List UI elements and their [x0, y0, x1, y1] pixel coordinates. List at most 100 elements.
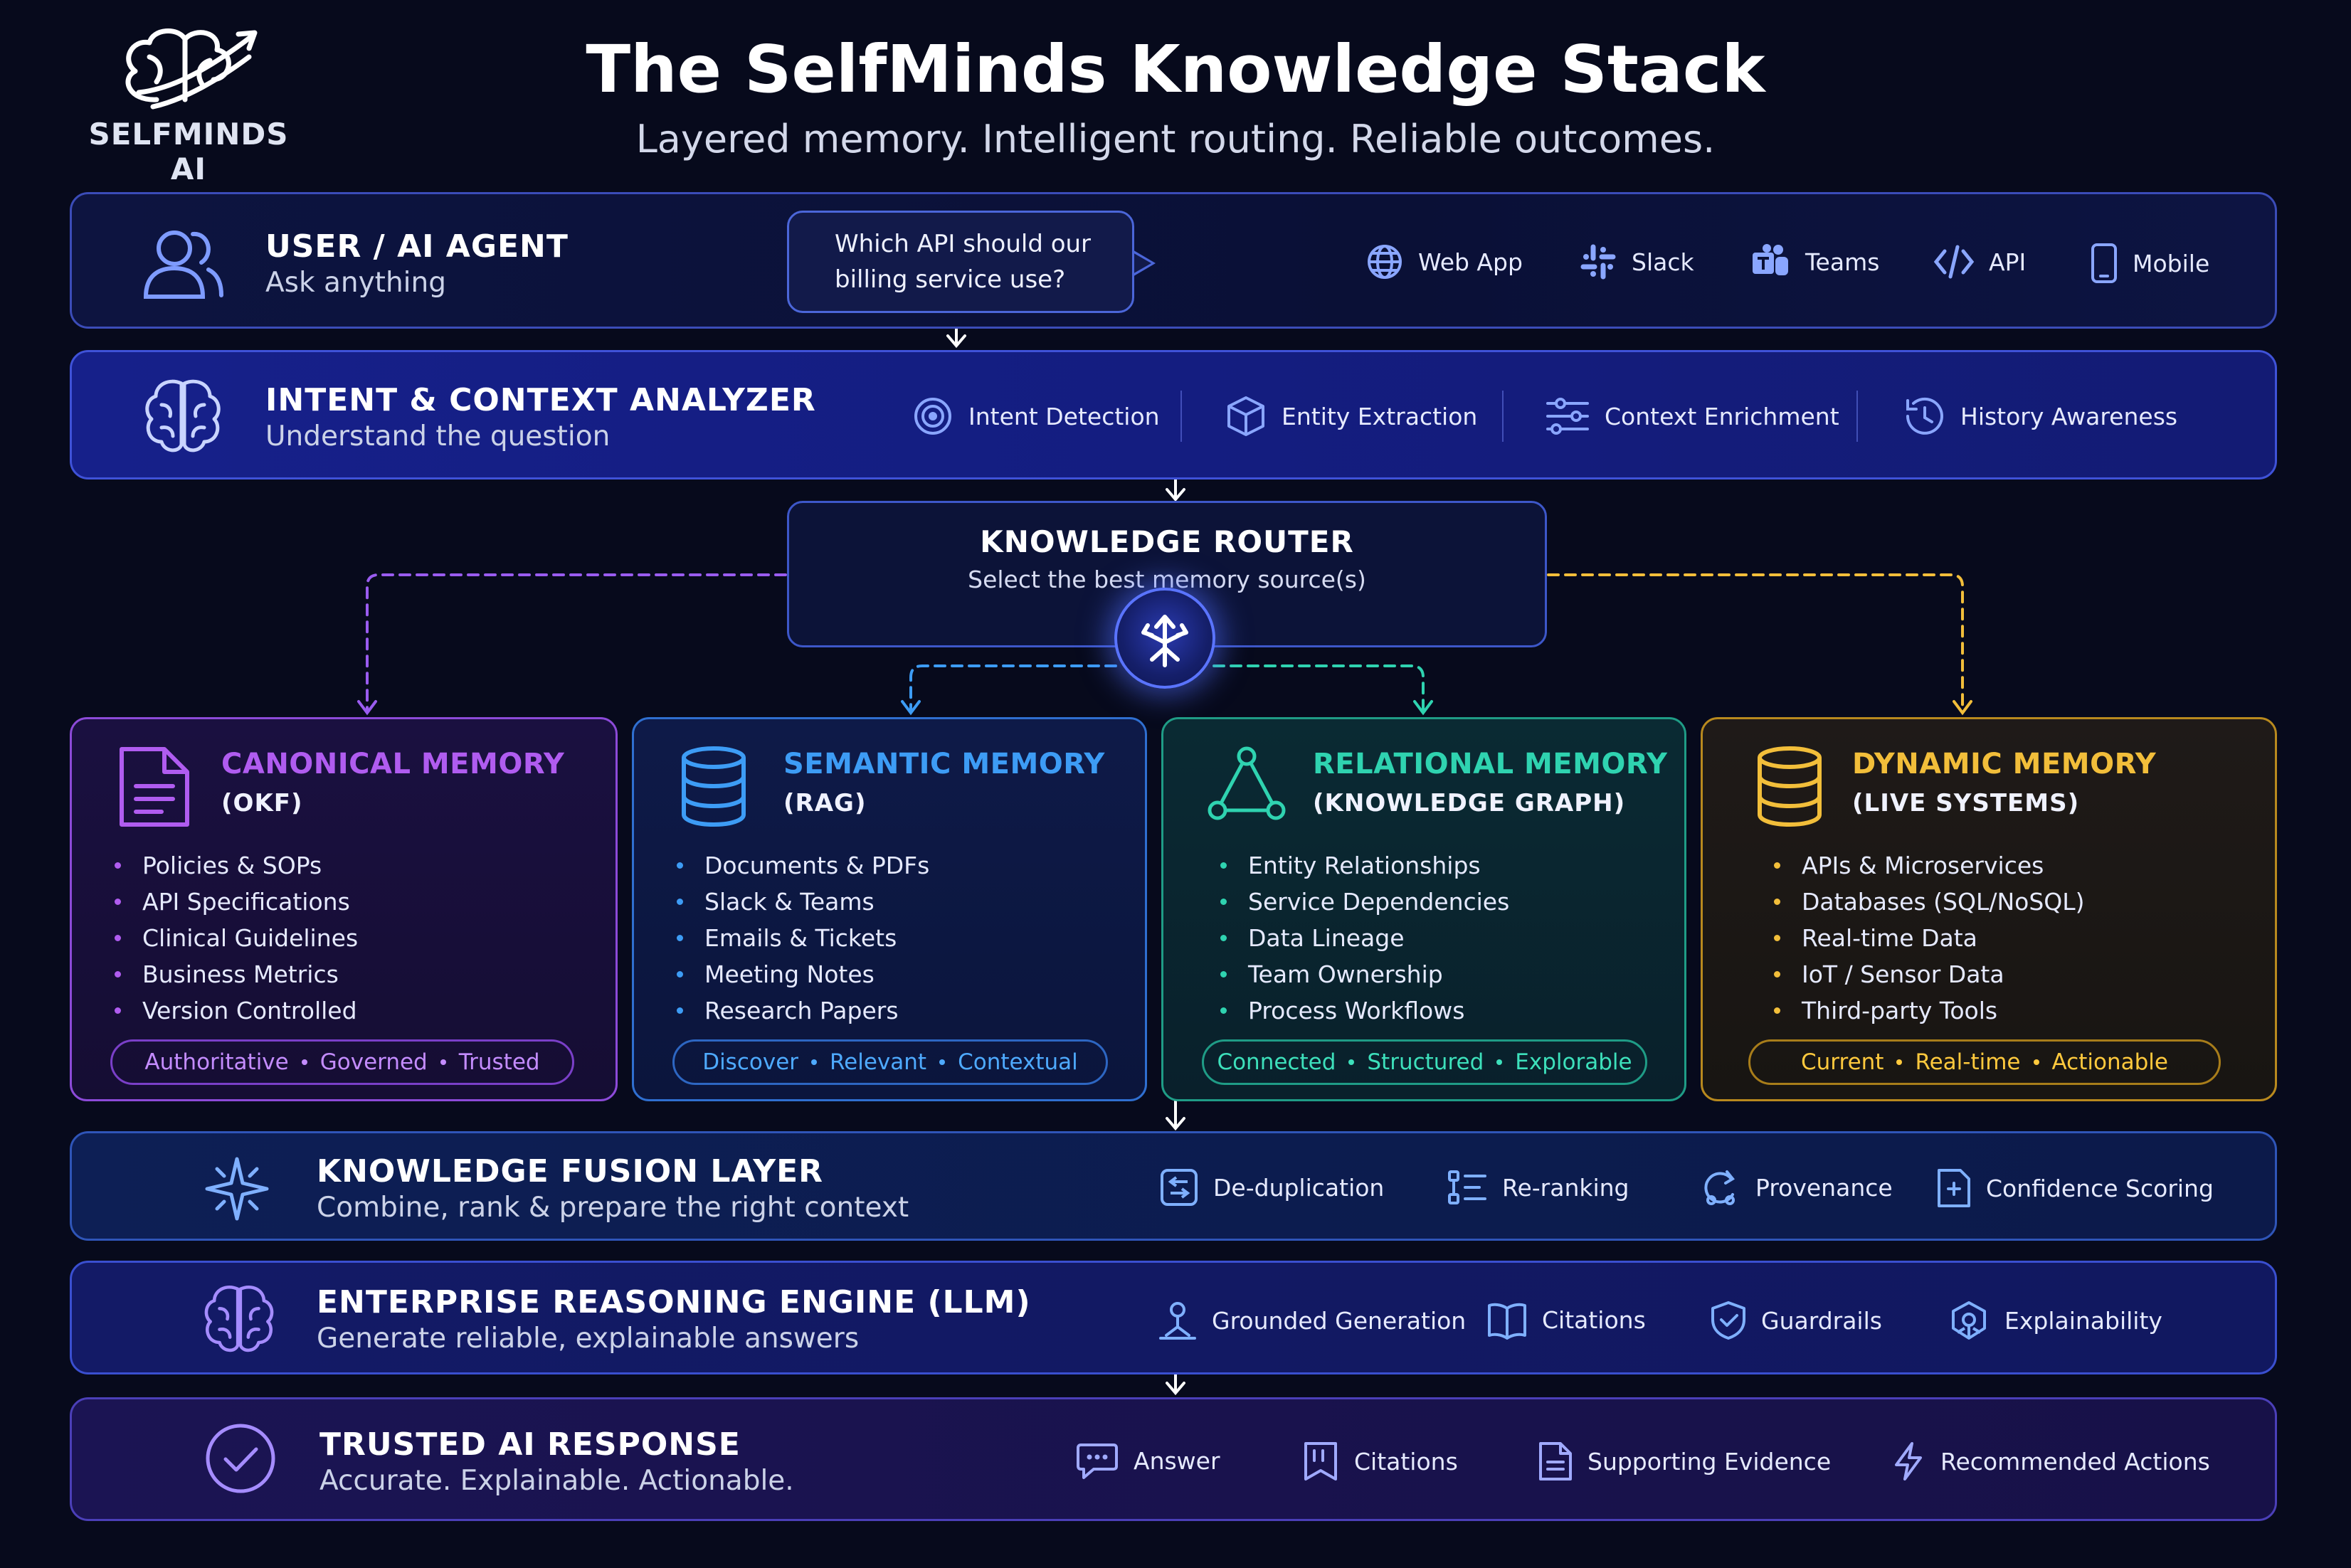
card-subtitle: (OKF): [221, 789, 303, 817]
card-tags: Connected Structured Explorable: [1202, 1039, 1647, 1085]
check-circle-icon: [206, 1424, 275, 1493]
shield-icon: [1711, 1301, 1745, 1340]
feature-citations[interactable]: Citations: [1301, 1441, 1458, 1482]
feature-label: Recommended Actions: [1940, 1447, 2210, 1476]
feature-entity-extraction[interactable]: Entity Extraction: [1225, 395, 1477, 438]
slack-icon: [1580, 244, 1616, 280]
fusion-layer: KNOWLEDGE FUSION LAYER Combine, rank & p…: [70, 1131, 2277, 1241]
feature-label: Explainability: [2004, 1306, 2162, 1335]
card-title: CANONICAL MEMORY: [221, 748, 565, 780]
reasoning-layer: ENTERPRISE REASONING ENGINE (LLM) Genera…: [70, 1261, 2277, 1374]
channel-teams[interactable]: Teams: [1750, 243, 1879, 281]
reasoning-layer-title: ENTERPRISE REASONING ENGINE (LLM): [317, 1284, 1031, 1320]
users-icon: [143, 231, 223, 299]
provenance-icon: [1704, 1170, 1735, 1205]
card-tags: Current Real-time Actionable: [1748, 1039, 2221, 1085]
chat-icon: [1077, 1443, 1118, 1479]
feature-intent-detection[interactable]: Intent Detection: [912, 395, 1160, 438]
split-arrows-icon: [1141, 615, 1188, 667]
channel-web-app[interactable]: Web App: [1365, 243, 1523, 281]
list-item: Emails & Tickets: [677, 920, 929, 956]
feature-provenance[interactable]: Provenance: [1700, 1167, 1893, 1207]
list-item: Service Dependencies: [1220, 884, 1509, 920]
feature-label: Guardrails: [1761, 1306, 1882, 1335]
card-items: Policies & SOPs API Specifications Clini…: [115, 847, 358, 1029]
feature-label: Entity Extraction: [1282, 402, 1478, 430]
list-item: Real-time Data: [1774, 920, 2085, 956]
list-item: Business Metrics: [115, 956, 358, 992]
citation-icon: [1304, 1442, 1337, 1480]
arrow-memories-to-fusion: [1166, 1098, 1185, 1131]
list-item: Databases (SQL/NoSQL): [1774, 884, 2085, 920]
question-line-1: Which API should our: [835, 230, 1092, 258]
graph-icon: [1208, 746, 1286, 820]
rerank-icon: [1448, 1170, 1486, 1204]
divider: [1502, 391, 1504, 442]
channel-label: Slack: [1632, 248, 1694, 276]
feature-de-duplication[interactable]: De-duplication: [1159, 1167, 1384, 1207]
feature-label: History Awareness: [1960, 402, 2178, 430]
channel-api[interactable]: API: [1933, 243, 2026, 281]
card-subtitle: (LIVE SYSTEMS): [1852, 789, 2080, 817]
card-title: DYNAMIC MEMORY: [1852, 748, 2157, 780]
intent-layer-title: INTENT & CONTEXT ANALYZER: [265, 382, 816, 418]
card-items: Documents & PDFs Slack & Teams Emails & …: [677, 847, 929, 1029]
list-item: Slack & Teams: [677, 884, 929, 920]
arrow-reasoning-to-response: [1166, 1372, 1185, 1396]
dynamic-memory-card[interactable]: DYNAMIC MEMORY (LIVE SYSTEMS) APIs & Mic…: [1701, 717, 2277, 1101]
list-item: IoT / Sensor Data: [1774, 956, 2085, 992]
feature-confidence-scoring[interactable]: Confidence Scoring: [1936, 1167, 2214, 1209]
feature-supporting-evidence[interactable]: Supporting Evidence: [1538, 1441, 1831, 1482]
feature-citations[interactable]: Citations: [1486, 1300, 1646, 1340]
feature-grounded-generation[interactable]: Grounded Generation: [1158, 1300, 1466, 1341]
feature-label: Citations: [1354, 1447, 1458, 1476]
feature-label: Intent Detection: [968, 402, 1160, 430]
card-tags: Authoritative Governed Trusted: [110, 1039, 574, 1085]
confidence-icon: [1938, 1169, 1970, 1207]
route-relational: [1213, 664, 1425, 711]
relational-memory-card[interactable]: RELATIONAL MEMORY (KNOWLEDGE GRAPH) Enti…: [1161, 717, 1686, 1101]
arrow-intent-to-router: [1166, 477, 1185, 502]
channel-mobile[interactable]: Mobile: [2090, 243, 2209, 284]
feature-answer[interactable]: Answer: [1075, 1441, 1220, 1480]
sparkle-icon: [205, 1157, 269, 1221]
feature-explainability[interactable]: Explainability: [1948, 1300, 2162, 1341]
route-semantic: [909, 664, 1117, 711]
brain-icon: [204, 1285, 274, 1352]
feature-label: Supporting Evidence: [1587, 1447, 1832, 1476]
router-hub[interactable]: [1114, 588, 1215, 689]
bubble-tail-fill: [1131, 252, 1151, 275]
list-item: Clinical Guidelines: [115, 920, 358, 956]
feature-context-enrichment[interactable]: Context Enrichment: [1545, 395, 1839, 438]
explain-icon: [1952, 1301, 1986, 1340]
card-title: RELATIONAL MEMORY: [1313, 748, 1668, 780]
feature-recommended-actions[interactable]: Recommended Actions: [1891, 1441, 2210, 1482]
channel-label: Teams: [1805, 248, 1880, 276]
channel-slack[interactable]: Slack: [1579, 243, 1694, 281]
grounded-icon: [1159, 1302, 1196, 1340]
intent-layer-subtitle: Understand the question: [265, 420, 611, 452]
feature-label: Provenance: [1755, 1173, 1893, 1202]
feature-label: Citations: [1542, 1305, 1646, 1334]
list-item: Data Lineage: [1220, 920, 1509, 956]
list-item: Team Ownership: [1220, 956, 1509, 992]
database-icon: [682, 746, 746, 827]
user-layer: USER / AI AGENT Ask anything Web App Sla…: [70, 192, 2277, 329]
code-icon: [1933, 245, 1975, 279]
canonical-memory-card[interactable]: CANONICAL MEMORY (OKF) Policies & SOPs A…: [70, 717, 618, 1101]
feature-label: Confidence Scoring: [1986, 1174, 2214, 1202]
fusion-layer-title: KNOWLEDGE FUSION LAYER: [317, 1153, 824, 1190]
list-item: Version Controlled: [115, 992, 358, 1029]
user-question-bubble[interactable]: Which API should our billing service use…: [787, 211, 1134, 313]
diagram: SELFMINDS AI The SelfMinds Knowledge Sta…: [0, 0, 2351, 1568]
semantic-memory-card[interactable]: SEMANTIC MEMORY (RAG) Documents & PDFs S…: [632, 717, 1147, 1101]
feature-re-ranking[interactable]: Re-ranking: [1447, 1167, 1629, 1207]
fusion-layer-subtitle: Combine, rank & prepare the right contex…: [317, 1192, 909, 1224]
channel-label: Web App: [1418, 248, 1523, 276]
question-line-2: billing service use?: [835, 265, 1066, 294]
feature-history-awareness[interactable]: History Awareness: [1901, 395, 2177, 438]
feature-guardrails[interactable]: Guardrails: [1710, 1300, 1882, 1341]
reasoning-layer-subtitle: Generate reliable, explainable answers: [317, 1323, 860, 1355]
list-item: Meeting Notes: [677, 956, 929, 992]
route-canonical: [366, 573, 787, 711]
